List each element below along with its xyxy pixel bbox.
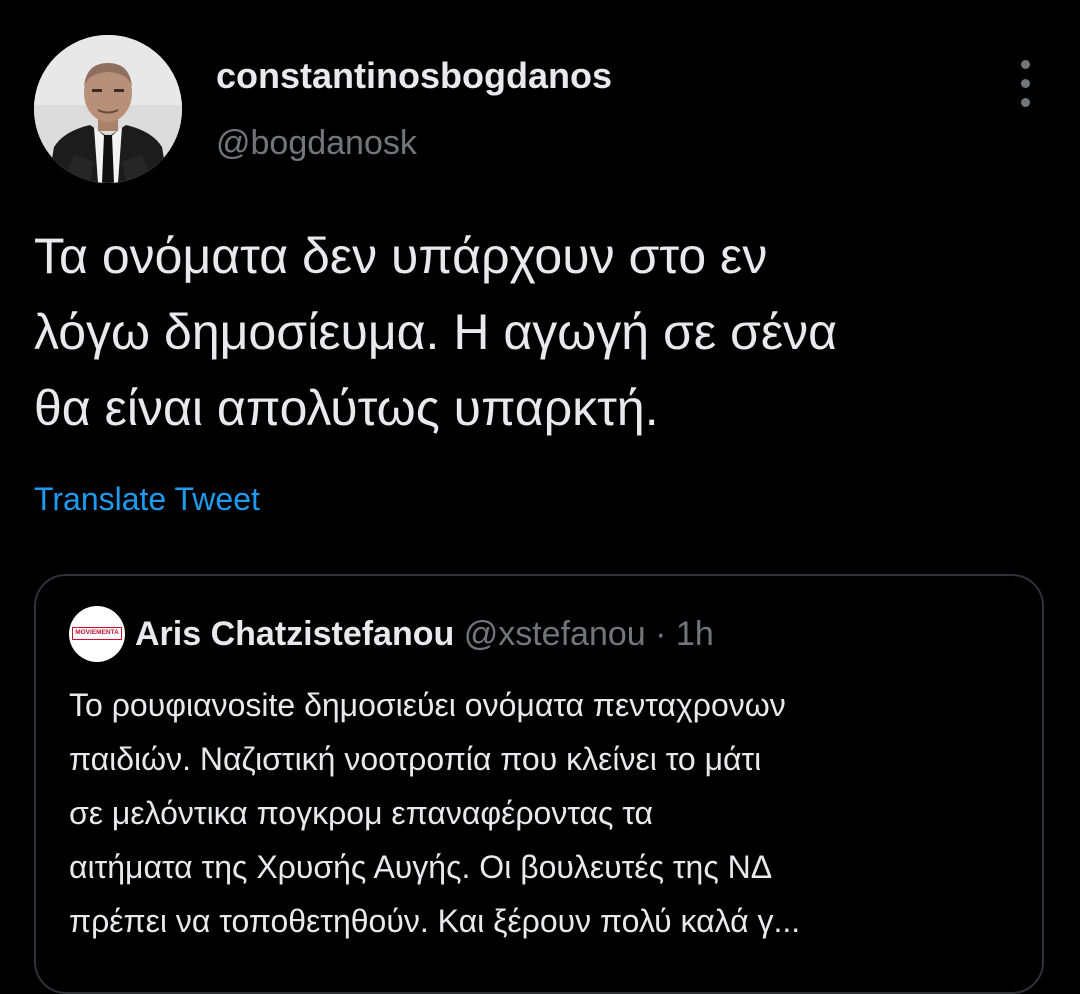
- quoted-author-handle[interactable]: @xstefanou: [464, 615, 646, 653]
- author-display-name[interactable]: constantinosbogdanos: [216, 55, 612, 97]
- profile-photo-icon: [34, 35, 182, 183]
- quoted-tweet-timestamp[interactable]: 1h: [676, 615, 714, 653]
- more-options-button[interactable]: [1008, 60, 1044, 130]
- more-options-icon: [1021, 60, 1030, 69]
- more-options-icon-dot-3: [1021, 98, 1030, 107]
- more-options-icon-dot-2: [1021, 79, 1030, 88]
- quoted-tweet-text: Το ρουφιανοsite δημοσιεύει ονόματα πεντα…: [69, 687, 801, 939]
- quoted-author-avatar[interactable]: MOVIEMENTA: [69, 606, 125, 662]
- translate-tweet-link[interactable]: Translate Tweet: [34, 481, 260, 518]
- author-avatar[interactable]: [34, 35, 182, 183]
- header-separator: ·: [655, 615, 667, 653]
- quoted-author-display-name[interactable]: Aris Chatzistefanou: [135, 615, 454, 653]
- quoted-avatar-logo: MOVIEMENTA: [72, 627, 122, 640]
- quoted-tweet-header: Aris Chatzistefanou @xstefanou · 1h: [135, 612, 714, 656]
- tweet-text: Τα ονόματα δεν υπάρχουν στο εν λόγω δημο…: [34, 228, 838, 436]
- quoted-tweet-card[interactable]: MOVIEMENTA Aris Chatzistefanou @xstefano…: [34, 574, 1044, 994]
- author-handle[interactable]: @bogdanosk: [216, 124, 417, 163]
